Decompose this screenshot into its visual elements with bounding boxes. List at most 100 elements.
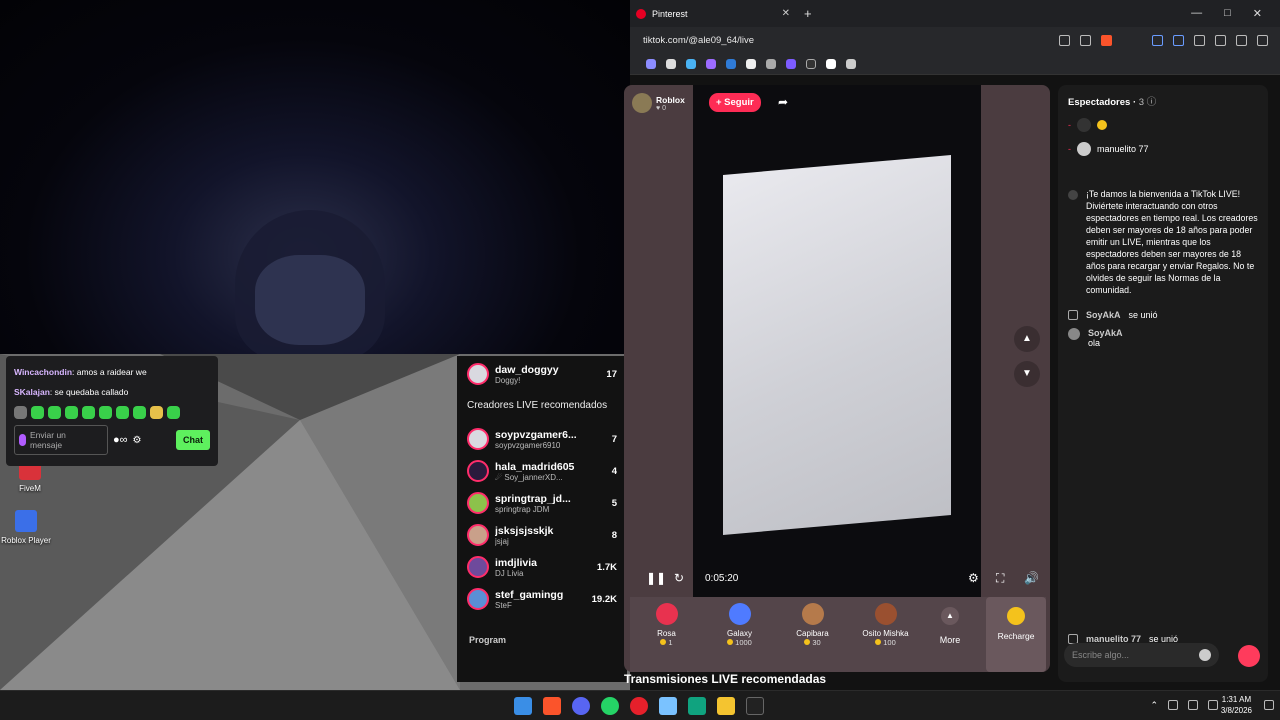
- bookmark-icon[interactable]: [846, 58, 856, 69]
- bookmark-icon[interactable]: [786, 58, 796, 69]
- creator-row[interactable]: springtrap_jd... springtrap JDM 5: [457, 487, 627, 519]
- file-explorer-icon[interactable]: [717, 697, 735, 715]
- channel-points-icon[interactable]: ●∞: [113, 434, 128, 446]
- emote[interactable]: [14, 406, 27, 419]
- maximize-icon[interactable]: □: [1224, 7, 1231, 20]
- viewer-count: 19.2K: [591, 593, 617, 605]
- host-info[interactable]: Roblox ♥ 0: [632, 93, 685, 113]
- close-window-icon[interactable]: ✕: [1253, 7, 1262, 20]
- volume-icon[interactable]: 🔊: [1024, 571, 1039, 585]
- bookmark-icon[interactable]: [726, 58, 736, 69]
- share-icon[interactable]: ➦: [778, 95, 788, 109]
- app-icon[interactable]: [746, 697, 764, 715]
- viewer-row[interactable]: - manuelito 77: [1068, 142, 1258, 156]
- refresh-icon[interactable]: ↻: [674, 571, 684, 585]
- chat-message: Wincachondin: amos a raidear we: [14, 367, 147, 377]
- new-tab-icon[interactable]: +: [804, 6, 812, 21]
- comment-input[interactable]: Escribe algo...: [1064, 643, 1219, 667]
- creator-row[interactable]: hala_madrid605 ☄ Soy_jannerXD... 4: [457, 455, 627, 487]
- media-icon[interactable]: [1236, 34, 1247, 46]
- gift-capibara[interactable]: Capibara 30: [776, 597, 849, 672]
- whatsapp-icon[interactable]: [601, 697, 619, 715]
- bookmark-icon[interactable]: [706, 58, 716, 69]
- download-icon[interactable]: [1215, 34, 1226, 46]
- emote[interactable]: [116, 406, 129, 419]
- capybara-icon: [801, 603, 824, 625]
- emoji-icon[interactable]: [1199, 649, 1211, 661]
- volume-icon[interactable]: [1208, 700, 1218, 710]
- bookmark-icon[interactable]: [686, 58, 696, 69]
- notepad-icon[interactable]: [659, 697, 677, 715]
- emote[interactable]: [48, 406, 61, 419]
- like-heart-icon[interactable]: [1238, 645, 1260, 667]
- settings-icon[interactable]: ⚙: [968, 571, 979, 585]
- emote[interactable]: [31, 406, 44, 419]
- next-live-icon[interactable]: ▼: [1014, 361, 1040, 387]
- emote[interactable]: [82, 406, 95, 419]
- live-video[interactable]: [693, 85, 981, 597]
- more-gifts-button[interactable]: ▲ More: [922, 597, 978, 672]
- creator-row[interactable]: soypvzgamer6... soypvzgamer6910 7: [457, 423, 627, 455]
- creator-row[interactable]: imdjlivia DJ Livia 1.7K: [457, 551, 627, 583]
- browser-tab[interactable]: Pinterest ✕: [633, 0, 798, 27]
- discord-icon[interactable]: [572, 697, 590, 715]
- chat-comment: SoyAkA ola: [1068, 328, 1258, 348]
- viewer-row[interactable]: -: [1068, 118, 1258, 132]
- emote[interactable]: [65, 406, 78, 419]
- youtube-music-icon[interactable]: [630, 697, 648, 715]
- url-text[interactable]: tiktok.com/@ale09_64/live: [643, 35, 754, 46]
- creator-row[interactable]: stef_gamingg SteF 19.2K: [457, 583, 627, 615]
- fullscreen-icon[interactable]: ⛶: [996, 571, 1004, 586]
- follow-button[interactable]: + Seguir: [709, 93, 761, 112]
- emote[interactable]: [133, 406, 146, 419]
- bookmark-icon[interactable]: [806, 58, 816, 69]
- network-icon[interactable]: [1188, 700, 1198, 710]
- viewer-count: 1.7K: [596, 561, 617, 573]
- bookmark-icon[interactable]: [666, 58, 676, 69]
- chevron-up-icon[interactable]: ⌃: [1150, 700, 1158, 711]
- avatar: [467, 556, 489, 578]
- bookmark-icon[interactable]: [746, 58, 756, 69]
- bookmark-icon[interactable]: [766, 58, 776, 69]
- brave-icon[interactable]: [543, 697, 561, 715]
- emote[interactable]: [150, 406, 163, 419]
- chat-username[interactable]: SKalajan: [14, 387, 50, 397]
- extensions-icon[interactable]: [1173, 34, 1184, 46]
- desktop-icon-roblox-player[interactable]: Roblox Player: [0, 510, 56, 545]
- pause-icon[interactable]: ❚❚: [646, 571, 666, 585]
- microphone-icon[interactable]: [19, 434, 26, 446]
- emote[interactable]: [167, 406, 180, 419]
- creator-row[interactable]: daw_doggyy Doggy! 17: [457, 358, 627, 390]
- audio-icon[interactable]: [1152, 34, 1163, 46]
- minimize-icon[interactable]: —: [1191, 7, 1202, 20]
- bear-icon: [874, 603, 897, 625]
- bookmark-icon[interactable]: [826, 58, 836, 69]
- live-timer: 0:05:20: [705, 573, 739, 584]
- gift-galaxy[interactable]: Galaxy 1000: [703, 597, 776, 672]
- microphone-icon[interactable]: [1168, 700, 1178, 710]
- chat-send-button[interactable]: Chat: [176, 430, 210, 450]
- chat-username[interactable]: Wincachondin: [14, 367, 72, 377]
- close-tab-icon[interactable]: ✕: [782, 8, 790, 19]
- system-clock[interactable]: 1:31 AM 3/8/2026: [1221, 694, 1252, 716]
- avatar: [467, 492, 489, 514]
- settings-gear-icon[interactable]: ⚙: [133, 435, 142, 446]
- address-bar[interactable]: tiktok.com/@ale09_64/live: [630, 27, 1280, 53]
- screenshot-icon[interactable]: [1194, 34, 1205, 46]
- previous-live-icon[interactable]: ▲: [1014, 326, 1040, 352]
- notification-icon[interactable]: [1264, 700, 1274, 710]
- bookmark-icon[interactable]: [646, 58, 656, 69]
- menu-icon[interactable]: [1257, 34, 1268, 46]
- cast-icon[interactable]: [1059, 34, 1070, 46]
- brave-shields-icon[interactable]: [1101, 34, 1112, 46]
- chatgpt-icon[interactable]: [688, 697, 706, 715]
- share-icon[interactable]: [1080, 34, 1091, 46]
- chat-message-input[interactable]: Enviar un mensaje: [14, 425, 108, 455]
- recharge-button[interactable]: Recharge: [986, 597, 1046, 672]
- gift-rosa[interactable]: Rosa 1: [630, 597, 703, 672]
- creator-row[interactable]: jsksjsjsskjk jsjaj 8: [457, 519, 627, 551]
- gift-osito-mishka[interactable]: Osito Mishka 100: [849, 597, 922, 672]
- emote[interactable]: [99, 406, 112, 419]
- info-icon[interactable]: ⓘ: [1147, 97, 1157, 108]
- start-icon[interactable]: [514, 697, 532, 715]
